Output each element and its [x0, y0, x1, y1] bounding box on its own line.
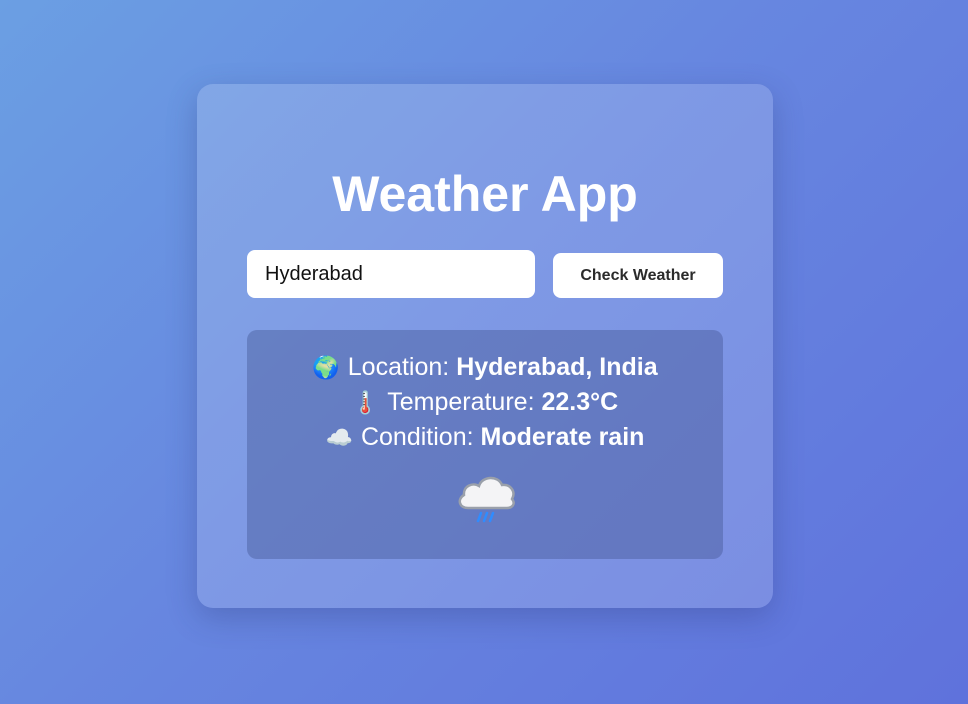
check-weather-button[interactable]: Check Weather — [553, 253, 723, 298]
condition-label: Condition: — [360, 423, 474, 451]
temperature-label: Temperature: — [387, 388, 535, 416]
condition-row: ☁️ Condition: Moderate rain — [247, 422, 723, 453]
city-search-input[interactable] — [247, 250, 535, 298]
cloud-icon: ☁️ — [325, 425, 353, 450]
temperature-row: 🌡️ Temperature: 22.3°C — [247, 387, 723, 418]
location-value: Hyderabad, India — [456, 353, 658, 381]
location-label: Location: — [347, 353, 450, 381]
condition-value: Moderate rain — [480, 423, 645, 451]
location-row: 🌍 Location: Hyderabad, India — [247, 352, 723, 383]
page-title: Weather App — [332, 166, 638, 222]
thermometer-icon: 🌡️ — [351, 390, 380, 415]
weather-result-panel: 🌍 Location: Hyderabad, India 🌡️ Temperatur… — [247, 330, 723, 559]
globe-icon: 🌍 — [312, 355, 340, 380]
weather-card: Weather App Check Weather 🌍 Location: Hyd… — [197, 84, 773, 608]
temperature-value: 22.3°C — [541, 388, 619, 416]
rain-cloud-icon — [458, 476, 515, 523]
